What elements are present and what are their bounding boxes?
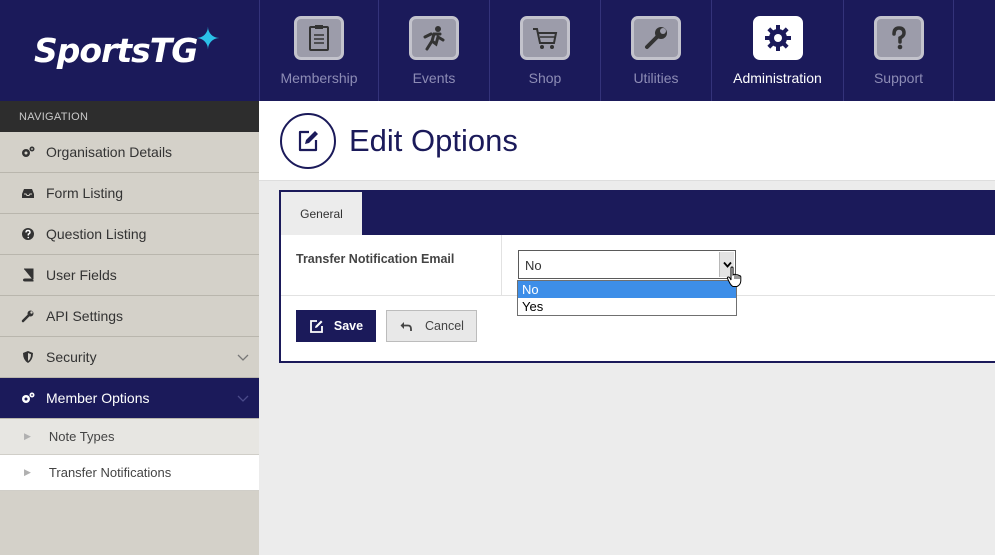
- wrench-icon: [631, 16, 681, 60]
- gear-icon: [752, 16, 803, 60]
- option-yes[interactable]: Yes: [518, 298, 736, 315]
- cancel-label: Cancel: [425, 319, 464, 333]
- nav-label-shop: Shop: [528, 70, 562, 86]
- options-panel: General Transfer Notification Email No N…: [279, 190, 995, 363]
- cogs-icon: [18, 145, 38, 159]
- page-title: Edit Options: [349, 122, 518, 158]
- hand-cursor-icon: [726, 266, 742, 287]
- edit-icon: [280, 112, 336, 169]
- sidebar-item-member-options[interactable]: Member Options: [0, 378, 259, 419]
- page-header: Edit Options: [259, 101, 995, 181]
- select-value: No: [525, 258, 542, 273]
- sidebar-item-label: Form Listing: [46, 185, 124, 201]
- book-icon: [18, 268, 38, 282]
- nav-label-utilities: Utilities: [633, 70, 679, 86]
- nav-label-support: Support: [873, 70, 924, 86]
- sidebar-item-form-listing[interactable]: Form Listing: [0, 173, 259, 214]
- nav-tab-events[interactable]: Events: [378, 0, 489, 101]
- undo-icon: [400, 322, 412, 331]
- nav-tab-administration[interactable]: Administration: [711, 0, 843, 101]
- question-circle-icon: [18, 227, 38, 241]
- sidebar-item-label: User Fields: [46, 267, 117, 283]
- top-nav: Membership Events Shop Utilities Adminis…: [259, 0, 954, 101]
- select-dropdown-list: No Yes: [517, 280, 737, 316]
- sidebar-item-label: Member Options: [46, 390, 150, 406]
- cancel-button[interactable]: Cancel: [386, 310, 477, 342]
- sidebar-subitem-label: Transfer Notifications: [48, 465, 172, 480]
- sidebar-subitem-transfer-notifications[interactable]: ▶ Transfer Notifications: [0, 455, 259, 491]
- save-button[interactable]: Save: [296, 310, 376, 342]
- sidebar-item-organisation-details[interactable]: Organisation Details: [0, 132, 259, 173]
- sidebar-item-api-settings[interactable]: API Settings: [0, 296, 259, 337]
- chevron-down-icon[interactable]: [237, 351, 249, 363]
- nav-tab-membership[interactable]: Membership: [259, 0, 378, 101]
- sidebar-subitem-note-types[interactable]: ▶ Note Types: [0, 419, 259, 455]
- nav-tab-support[interactable]: Support: [843, 0, 954, 101]
- transfer-notification-email-label: Transfer Notification Email: [281, 235, 502, 295]
- save-label: Save: [333, 319, 364, 333]
- sidebar-item-user-fields[interactable]: User Fields: [0, 255, 259, 296]
- nav-label-administration: Administration: [733, 70, 822, 86]
- question-icon: [873, 16, 924, 60]
- runner-icon: [409, 16, 459, 60]
- cogs-icon: [18, 391, 38, 405]
- sidebar-subitem-label: Note Types: [48, 429, 115, 444]
- sidebar-item-question-listing[interactable]: Question Listing: [0, 214, 259, 255]
- nav-tab-utilities[interactable]: Utilities: [600, 0, 711, 101]
- main-content: Edit Options General Transfer Notificati…: [259, 101, 995, 555]
- star-icon: ✦: [195, 23, 221, 56]
- transfer-notification-select[interactable]: No: [518, 250, 736, 279]
- sidebar-item-label: API Settings: [46, 308, 124, 324]
- chevron-down-icon[interactable]: [237, 392, 249, 404]
- option-no[interactable]: No: [518, 281, 736, 298]
- sidebar-item-security[interactable]: Security: [0, 337, 259, 378]
- sidebar-heading: NAVIGATION: [0, 101, 259, 132]
- tab-bar: General: [281, 192, 995, 235]
- clipboard-icon: [294, 16, 344, 60]
- shield-icon: [18, 350, 38, 364]
- sidebar-item-label: Organisation Details: [46, 144, 173, 160]
- top-header: SportsTG ✦ Membership Events Shop Utilit…: [0, 0, 995, 101]
- caret-right-icon: ▶: [24, 431, 31, 441]
- sidebar: NAVIGATION Organisation Details Form Lis…: [0, 101, 259, 555]
- sidebar-item-label: Security: [46, 349, 97, 365]
- sidebar-item-label: Question Listing: [46, 226, 147, 242]
- logo-text: SportsTG: [34, 31, 198, 70]
- sportstg-logo[interactable]: SportsTG ✦: [0, 0, 259, 101]
- inbox-icon: [18, 186, 38, 200]
- nav-tab-shop[interactable]: Shop: [489, 0, 600, 101]
- tab-general[interactable]: General: [281, 192, 362, 235]
- caret-right-icon: ▶: [24, 467, 31, 477]
- nav-label-membership: Membership: [280, 70, 358, 86]
- wrench-icon: [18, 309, 38, 323]
- action-buttons: Save Cancel: [296, 310, 477, 342]
- nav-label-events: Events: [412, 70, 456, 86]
- edit-icon: [309, 319, 323, 333]
- cart-icon: [520, 16, 570, 60]
- form-row-transfer-notification: Transfer Notification Email No No Yes: [281, 235, 995, 316]
